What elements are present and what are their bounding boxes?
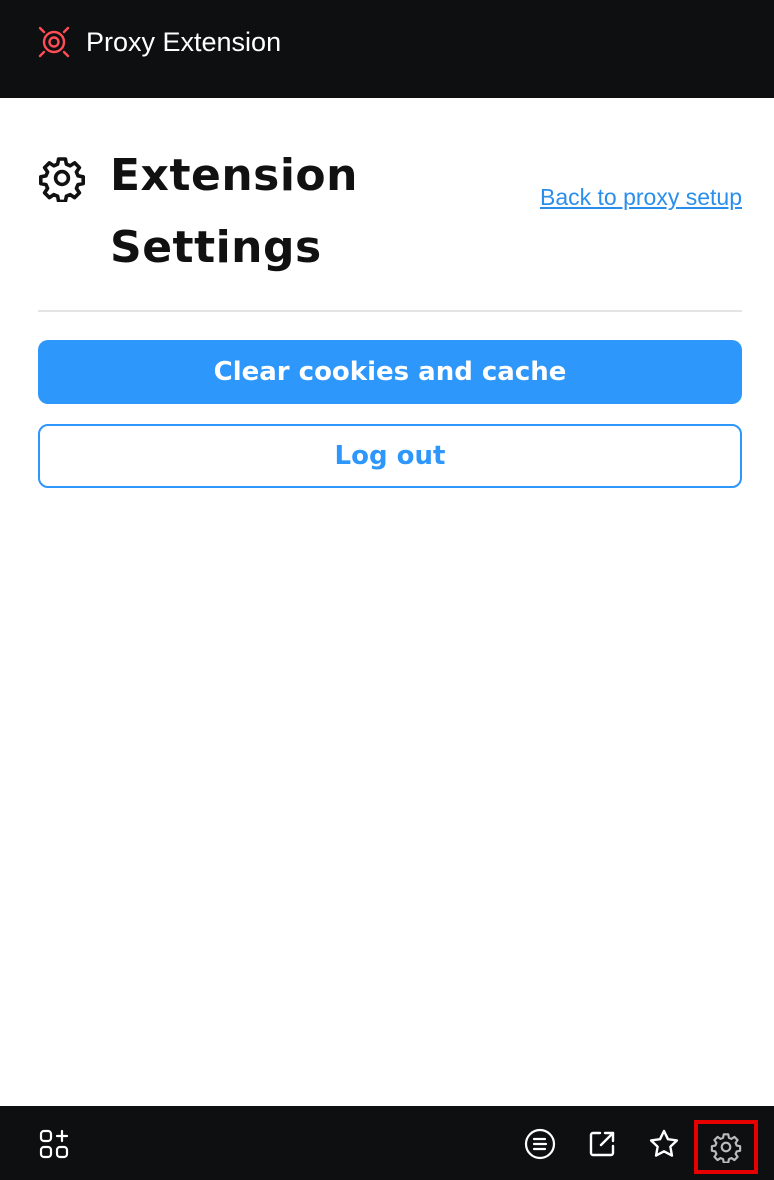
external-link-icon[interactable] [584,1126,620,1162]
clear-cookies-button[interactable]: Clear cookies and cache [38,340,742,404]
apps-add-icon[interactable] [36,1126,72,1162]
extension-popup: Proxy Extension Extension Settings Back … [0,0,774,1180]
log-out-button[interactable]: Log out [38,424,742,488]
back-to-proxy-setup-link[interactable]: Back to proxy setup [540,184,742,211]
gear-icon [38,154,86,204]
radar-target-icon [36,24,72,60]
bottom-toolbar [0,1106,774,1180]
page-title: Extension Settings [110,150,358,273]
page-heading: Extension Settings Back to proxy setup [38,140,742,290]
header-bar: Proxy Extension [0,0,774,98]
settings-gear-icon[interactable] [694,1120,758,1174]
divider [38,310,742,312]
app-title: Proxy Extension [86,26,282,57]
star-icon[interactable] [646,1126,682,1162]
list-icon[interactable] [522,1126,558,1162]
